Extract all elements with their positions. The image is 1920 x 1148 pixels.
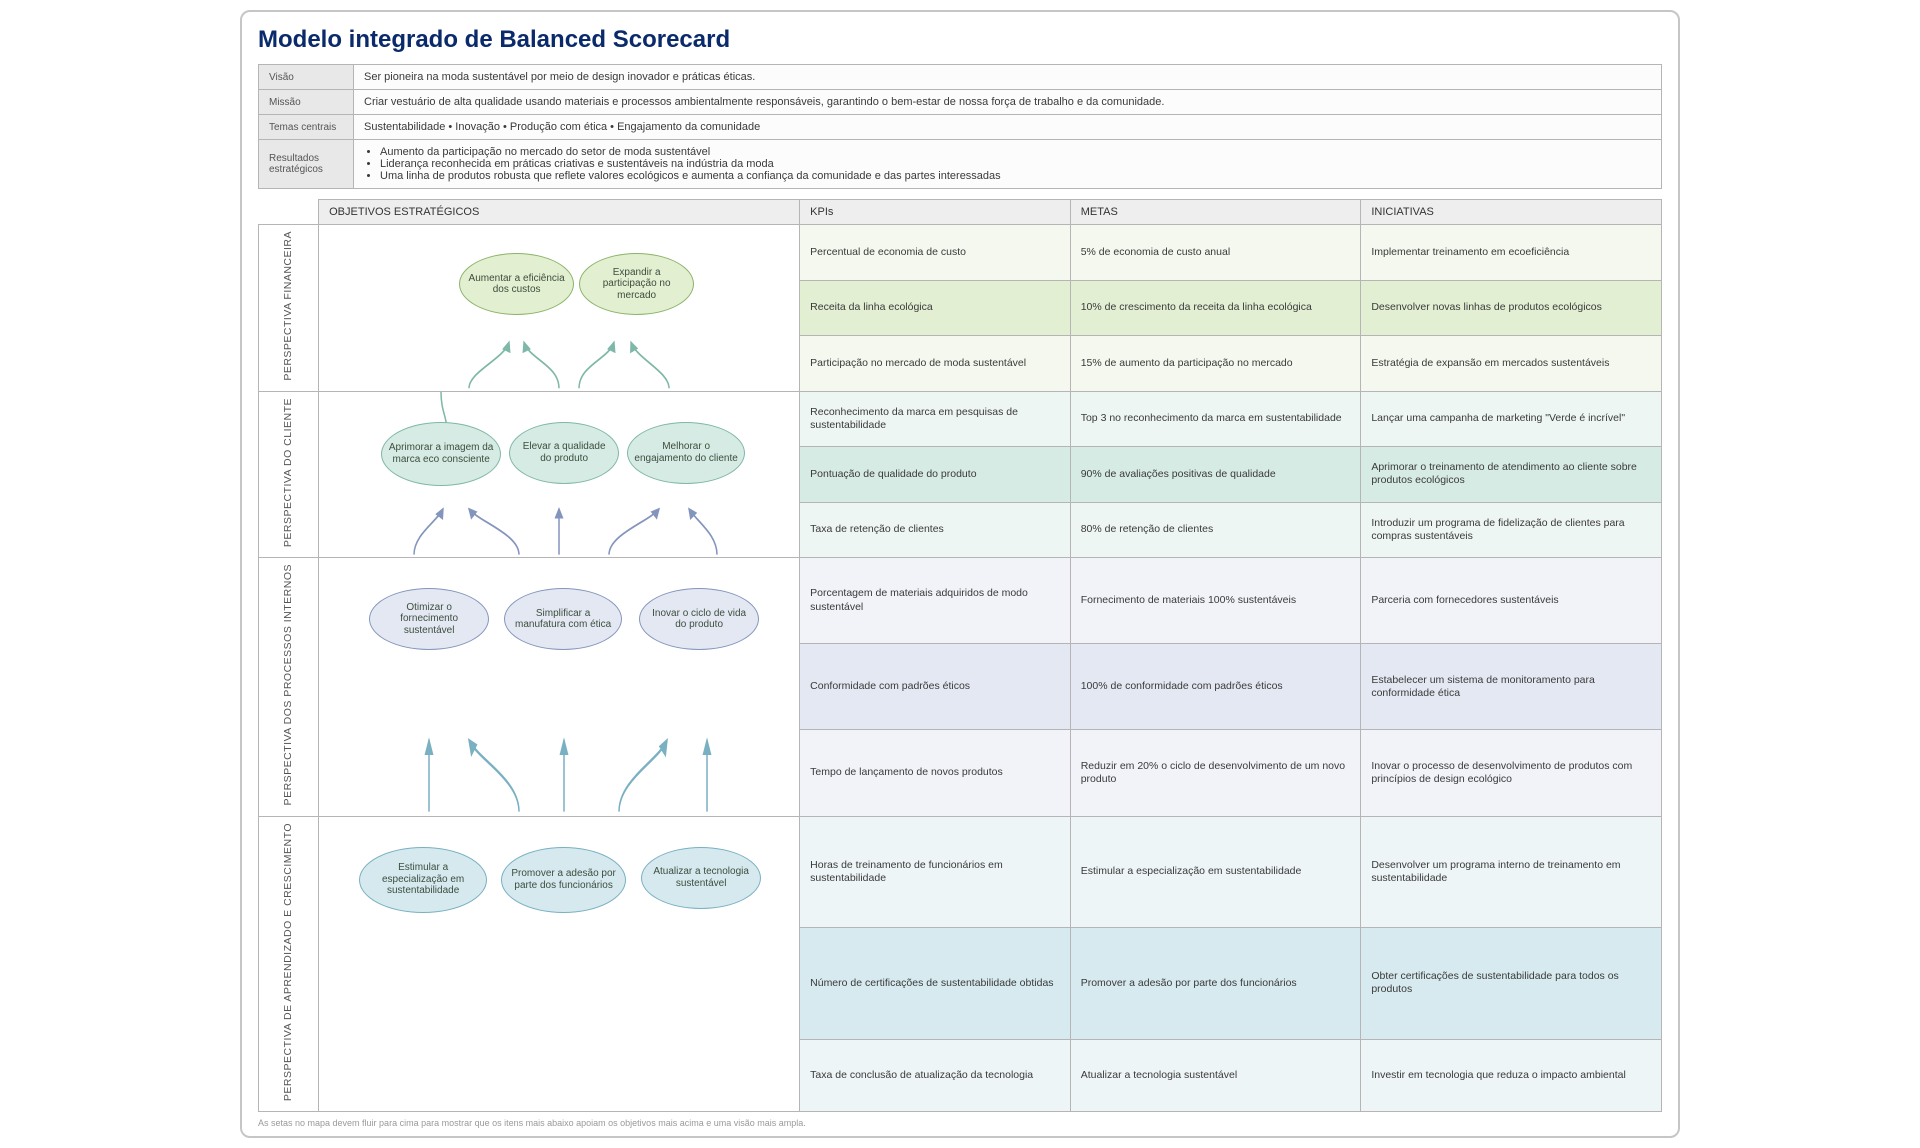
objective-oval: Inovar o ciclo de vida do produto — [639, 588, 759, 650]
strategy-map-cliente: Aprimorar a imagem da marca eco conscien… — [319, 391, 800, 557]
meta-cell: Fornecimento de materiais 100% sustentáv… — [1070, 558, 1361, 644]
kpi-cell: Reconhecimento da marca em pesquisas de … — [800, 391, 1071, 446]
ini-cell: Lançar uma campanha de marketing "Verde … — [1361, 391, 1662, 446]
meta-cell: 80% de retenção de clientes — [1070, 502, 1361, 557]
ini-cell: Investir em tecnologia que reduza o impa… — [1361, 1039, 1662, 1111]
kpi-cell: Conformidade com padrões éticos — [800, 644, 1071, 730]
ini-cell: Implementar treinamento em ecoeficiência — [1361, 225, 1662, 281]
list-item: Liderança reconhecida em práticas criati… — [380, 158, 1651, 170]
kpi-cell: Porcentagem de materiais adquiridos de m… — [800, 558, 1071, 644]
resultados-label: Resultados estratégicos — [259, 140, 354, 189]
meta-cell: Top 3 no reconhecimento da marca em sust… — [1070, 391, 1361, 446]
missao-text: Criar vestuário de alta qualidade usando… — [354, 90, 1662, 115]
resultados-list: Aumento da participação no mercado do se… — [364, 146, 1651, 182]
ini-cell: Parceria com fornecedores sustentáveis — [1361, 558, 1662, 644]
objective-oval: Aprimorar a imagem da marca eco conscien… — [381, 422, 501, 486]
meta-cell: 100% de conformidade com padrões éticos — [1070, 644, 1361, 730]
objective-oval: Aumentar a eficiência dos custos — [459, 253, 574, 315]
scorecard-frame: Modelo integrado de Balanced Scorecard V… — [240, 10, 1680, 1138]
meta-cell: 5% de economia de custo anual — [1070, 225, 1361, 281]
objective-oval: Melhorar o engajamento do cliente — [627, 422, 745, 484]
ini-cell: Estabelecer um sistema de monitoramento … — [1361, 644, 1662, 730]
kpi-cell: Receita da linha ecológica — [800, 280, 1071, 336]
strategy-map-aprendizado: Estimular a especialização em sustentabi… — [319, 816, 800, 1111]
objective-oval: Promover a adesão por parte dos funcioná… — [501, 847, 626, 913]
list-item: Uma linha de produtos robusta que reflet… — [380, 170, 1651, 182]
ini-cell: Desenvolver novas linhas de produtos eco… — [1361, 280, 1662, 336]
meta-cell: Atualizar a tecnologia sustentável — [1070, 1039, 1361, 1111]
col-objectives: OBJETIVOS ESTRATÉGICOS — [319, 200, 800, 225]
ini-cell: Estratégia de expansão em mercados suste… — [1361, 336, 1662, 392]
objective-oval: Elevar a qualidade do produto — [509, 422, 619, 484]
ini-cell: Inovar o processo de desenvolvimento de … — [1361, 730, 1662, 816]
strategy-map-financeira: Aumentar a eficiência dos custos Expandi… — [319, 225, 800, 392]
perspective-aprendizado-label: PERSPECTIVA DE APRENDIZADO E CRESCIMENTO — [259, 816, 319, 1111]
meta-cell: Estimular a especialização em sustentabi… — [1070, 816, 1361, 928]
temas-label: Temas centrais — [259, 115, 354, 140]
strategy-map-processos: Otimizar o fornecimento sustentável Simp… — [319, 558, 800, 817]
visao-text: Ser pioneira na moda sustentável por mei… — [354, 65, 1662, 90]
kpi-cell: Percentual de economia de custo — [800, 225, 1071, 281]
kpi-cell: Taxa de conclusão de atualização da tecn… — [800, 1039, 1071, 1111]
ini-cell: Introduzir um programa de fidelização de… — [1361, 502, 1662, 557]
col-ini: INICIATIVAS — [1361, 200, 1662, 225]
objective-oval: Simplificar a manufatura com ética — [504, 588, 622, 650]
meta-table: VisãoSer pioneira na moda sustentável po… — [258, 64, 1662, 189]
list-item: Aumento da participação no mercado do se… — [380, 146, 1651, 158]
objective-oval: Otimizar o fornecimento sustentável — [369, 588, 489, 650]
kpi-cell: Tempo de lançamento de novos produtos — [800, 730, 1071, 816]
resultados-cell: Aumento da participação no mercado do se… — [354, 140, 1662, 189]
perspective-processos-label: PERSPECTIVA DOS PROCESSOS INTERNOS — [259, 558, 319, 817]
col-meta: METAS — [1070, 200, 1361, 225]
ini-cell: Desenvolver um programa interno de trein… — [1361, 816, 1662, 928]
meta-cell: 10% de crescimento da receita da linha e… — [1070, 280, 1361, 336]
objective-oval: Atualizar a tecnologia sustentável — [641, 847, 761, 909]
visao-label: Visão — [259, 65, 354, 90]
kpi-cell: Horas de treinamento de funcionários em … — [800, 816, 1071, 928]
col-kpi: KPIs — [800, 200, 1071, 225]
arrows-icon — [319, 225, 799, 391]
kpi-cell: Taxa de retenção de clientes — [800, 502, 1071, 557]
footnote: As setas no mapa devem fluir para cima p… — [258, 1118, 1662, 1128]
perspective-cliente-label: PERSPECTIVA DO CLIENTE — [259, 391, 319, 557]
kpi-cell: Número de certificações de sustentabilid… — [800, 928, 1071, 1040]
missao-label: Missão — [259, 90, 354, 115]
temas-text: Sustentabilidade • Inovação • Produção c… — [354, 115, 1662, 140]
bsc-table: OBJETIVOS ESTRATÉGICOS KPIs METAS INICIA… — [258, 199, 1662, 1112]
perspective-financeira-label: PERSPECTIVA FINANCEIRA — [259, 225, 319, 392]
kpi-cell: Participação no mercado de moda sustentá… — [800, 336, 1071, 392]
ini-cell: Aprimorar o treinamento de atendimento a… — [1361, 447, 1662, 502]
meta-cell: 90% de avaliações positivas de qualidade — [1070, 447, 1361, 502]
objective-oval: Estimular a especialização em sustentabi… — [359, 847, 487, 913]
meta-cell: Promover a adesão por parte dos funcioná… — [1070, 928, 1361, 1040]
page-title: Modelo integrado de Balanced Scorecard — [258, 26, 1662, 54]
meta-cell: Reduzir em 20% o ciclo de desenvolviment… — [1070, 730, 1361, 816]
objective-oval: Expandir a participação no mercado — [579, 253, 694, 315]
ini-cell: Obter certificações de sustentabilidade … — [1361, 928, 1662, 1040]
kpi-cell: Pontuação de qualidade do produto — [800, 447, 1071, 502]
meta-cell: 15% de aumento da participação no mercad… — [1070, 336, 1361, 392]
